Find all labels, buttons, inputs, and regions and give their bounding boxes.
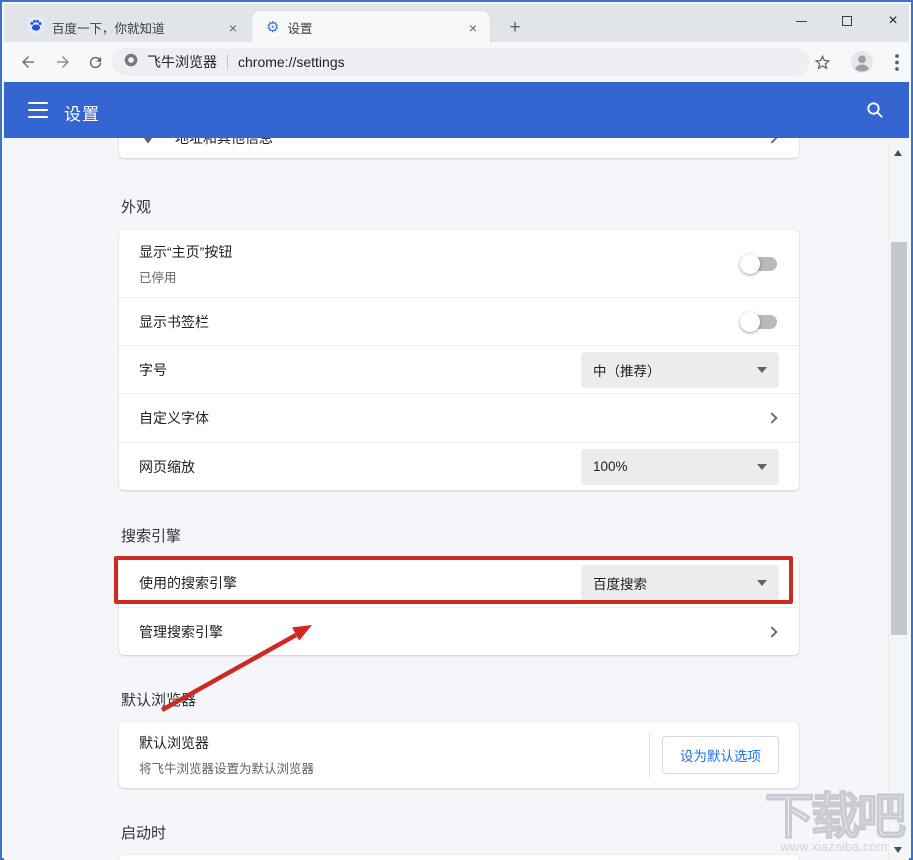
- setting-label: 字号: [139, 360, 581, 380]
- default-browser-card: 默认浏览器 将飞牛浏览器设置为默认浏览器 设为默认选项: [119, 722, 799, 788]
- scroll-down-arrow-icon[interactable]: [894, 847, 902, 853]
- url-separator: [227, 54, 228, 70]
- address-info-card: 地址和其他信息: [119, 138, 799, 158]
- setting-sublabel: 将飞牛浏览器设置为默认浏览器: [139, 758, 649, 777]
- baidu-favicon-icon: [28, 17, 44, 38]
- search-engine-card: 使用的搜索引擎 百度搜索 管理搜索引擎: [119, 558, 799, 655]
- page-zoom-dropdown[interactable]: 100%: [581, 449, 779, 485]
- new-tab-button[interactable]: +: [502, 16, 528, 40]
- chevron-right-icon: [766, 626, 777, 637]
- site-badge-icon: [124, 53, 138, 72]
- setting-label: 管理搜索引擎: [139, 622, 768, 642]
- setting-row-address-info[interactable]: 地址和其他信息: [119, 138, 799, 158]
- tab-title: 百度一下，你就知道: [52, 18, 224, 37]
- setting-sublabel: 已停用: [139, 267, 743, 286]
- section-title-default-browser: 默认浏览器: [121, 689, 196, 710]
- setting-label: 显示“主页”按钮: [139, 242, 743, 262]
- back-arrow-icon: [22, 56, 34, 68]
- setting-row-default-browser: 默认浏览器 将飞牛浏览器设置为默认浏览器 设为默认选项: [119, 722, 799, 788]
- menu-hamburger-button[interactable]: [28, 102, 48, 118]
- settings-content: 地址和其他信息 外观 显示“主页”按钮 已停用 显示书签栏 字号 中（推荐） 自…: [4, 138, 909, 860]
- page-title: 设置: [64, 100, 100, 125]
- dropdown-arrow-icon: [757, 367, 767, 373]
- chevron-right-icon: [766, 412, 777, 423]
- section-title-startup: 启动时: [121, 822, 166, 843]
- dropdown-value: 100%: [593, 459, 757, 474]
- set-default-button[interactable]: 设为默认选项: [662, 736, 779, 774]
- scrollbar-thumb[interactable]: [891, 242, 907, 635]
- dropdown-arrow-icon: [757, 580, 767, 586]
- appearance-card: 显示“主页”按钮 已停用 显示书签栏 字号 中（推荐） 自定义字体 网页缩放 1…: [119, 230, 799, 490]
- minimize-icon: [796, 21, 807, 22]
- setting-row-font-size: 字号 中（推荐）: [119, 345, 799, 393]
- tab-baidu[interactable]: 百度一下，你就知道 ×: [18, 11, 250, 44]
- scroll-up-arrow-icon[interactable]: [894, 150, 902, 156]
- font-size-dropdown[interactable]: 中（推荐）: [581, 352, 779, 388]
- profile-avatar[interactable]: [850, 50, 874, 79]
- dropdown-value: 中（推荐）: [593, 360, 757, 380]
- reload-button[interactable]: [83, 50, 107, 74]
- settings-gear-favicon-icon: ⚙: [266, 20, 279, 35]
- toggle-show-home-button[interactable]: [743, 257, 777, 271]
- section-title-search-engine: 搜索引擎: [121, 525, 181, 546]
- search-engine-dropdown[interactable]: 百度搜索: [581, 565, 779, 601]
- tab-close-icon[interactable]: ×: [224, 19, 242, 37]
- section-title-appearance: 外观: [121, 196, 151, 217]
- dropdown-value: 百度搜索: [593, 573, 757, 593]
- back-button[interactable]: [16, 50, 40, 74]
- setting-row-customize-fonts[interactable]: 自定义字体: [119, 393, 799, 442]
- forward-button[interactable]: [51, 50, 75, 74]
- bookmark-star-button[interactable]: [810, 50, 834, 74]
- tab-close-icon[interactable]: ×: [464, 19, 482, 37]
- tab-title: 设置: [287, 18, 464, 37]
- setting-label: 网页缩放: [139, 457, 581, 477]
- location-pin-icon: [139, 138, 157, 150]
- setting-row-show-home-button: 显示“主页”按钮 已停用: [119, 230, 799, 297]
- url-text: chrome://settings: [238, 54, 345, 70]
- forward-arrow-icon: [57, 56, 69, 68]
- setting-row-manage-search-engines[interactable]: 管理搜索引擎: [119, 607, 799, 655]
- chevron-right-icon: [766, 138, 777, 144]
- setting-row-search-engine-used: 使用的搜索引擎 百度搜索: [119, 558, 799, 607]
- reload-icon: [89, 56, 100, 67]
- setting-label: 使用的搜索引擎: [139, 573, 581, 593]
- setting-label: 显示书签栏: [139, 312, 743, 332]
- scrollbar[interactable]: [888, 138, 907, 860]
- star-icon: [814, 54, 830, 69]
- browser-toolbar: 飞牛浏览器 chrome://settings: [4, 42, 909, 82]
- toggle-knob: [740, 312, 760, 332]
- window-minimize-button[interactable]: [785, 6, 817, 36]
- toggle-knob: [740, 254, 760, 274]
- setting-row-page-zoom: 网页缩放 100%: [119, 442, 799, 490]
- settings-search-button[interactable]: [865, 100, 885, 120]
- address-bar[interactable]: 飞牛浏览器 chrome://settings: [112, 48, 810, 76]
- toggle-show-bookmarks-bar[interactable]: [743, 315, 777, 329]
- window-close-button[interactable]: ×: [877, 6, 909, 36]
- row-divider: [649, 732, 650, 778]
- setting-label: 默认浏览器: [139, 733, 649, 753]
- setting-row-show-bookmarks-bar: 显示书签栏: [119, 297, 799, 345]
- maximize-icon: [842, 16, 852, 26]
- tab-settings[interactable]: ⚙ 设置 ×: [252, 11, 490, 44]
- setting-label: 地址和其他信息: [175, 138, 768, 148]
- three-dots-icon: [895, 67, 899, 71]
- tab-strip: 百度一下，你就知道 × ⚙ 设置 × + ×: [4, 4, 909, 42]
- search-icon: [878, 113, 883, 118]
- settings-header: 设置: [4, 82, 909, 138]
- browser-name-label: 飞牛浏览器: [147, 52, 217, 72]
- browser-window: { "browser": { "tabs": [ { "title": "百度一…: [0, 0, 913, 860]
- window-maximize-button[interactable]: [831, 6, 863, 36]
- browser-menu-button[interactable]: [885, 50, 909, 74]
- setting-label: 自定义字体: [139, 408, 768, 428]
- dropdown-arrow-icon: [757, 464, 767, 470]
- startup-card: [119, 855, 799, 860]
